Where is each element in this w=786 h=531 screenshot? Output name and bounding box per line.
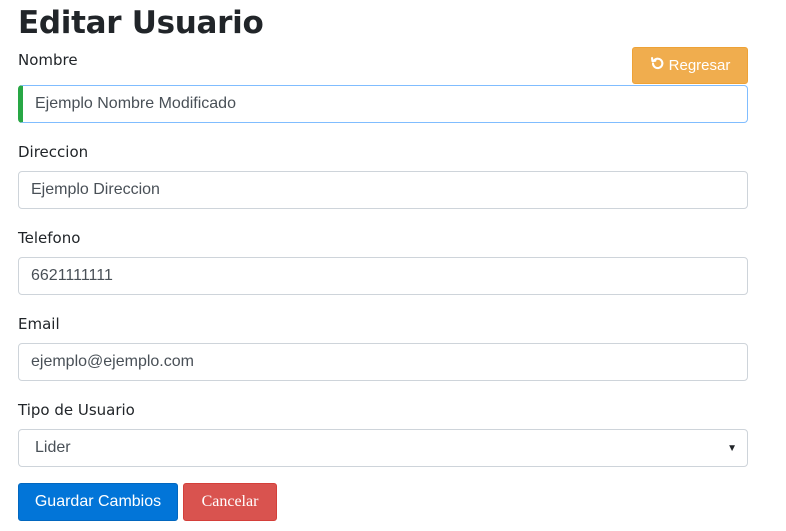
telefono-input[interactable]: 6621111111 bbox=[18, 257, 748, 295]
back-button[interactable]: Regresar bbox=[632, 47, 748, 84]
telefono-value: 6621111111 bbox=[31, 267, 113, 284]
tipo-usuario-label: Tipo de Usuario bbox=[18, 401, 135, 419]
caret-down-icon: ▼ bbox=[727, 442, 737, 454]
save-button[interactable]: Guardar Cambios bbox=[18, 483, 178, 521]
direccion-label: Direccion bbox=[18, 143, 89, 161]
page-title: Editar Usuario bbox=[18, 5, 264, 41]
email-value: ejemplo@ejemplo.com bbox=[31, 353, 194, 370]
telefono-label: Telefono bbox=[18, 229, 81, 247]
tipo-usuario-select[interactable]: Lider ▼ bbox=[18, 429, 748, 467]
back-button-label: Regresar bbox=[668, 57, 731, 74]
undo-icon bbox=[650, 56, 665, 75]
nombre-label: Nombre bbox=[18, 51, 78, 69]
nombre-value: Ejemplo Nombre Modificado bbox=[35, 95, 236, 112]
email-label: Email bbox=[18, 315, 60, 333]
tipo-usuario-value: Lider bbox=[35, 439, 71, 456]
direccion-value: Ejemplo Direccion bbox=[31, 181, 160, 198]
cancel-button[interactable]: Cancelar bbox=[183, 483, 277, 521]
direccion-input[interactable]: Ejemplo Direccion bbox=[18, 171, 748, 209]
nombre-input[interactable]: Ejemplo Nombre Modificado bbox=[18, 85, 748, 123]
email-input[interactable]: ejemplo@ejemplo.com bbox=[18, 343, 748, 381]
